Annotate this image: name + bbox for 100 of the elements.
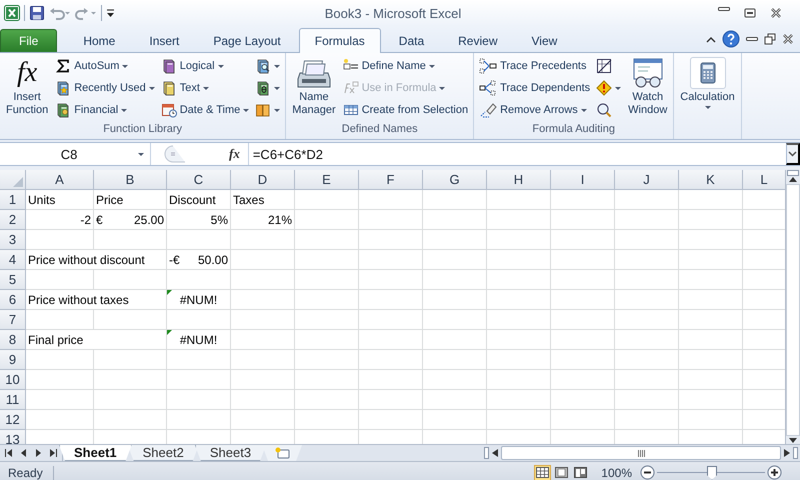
column-header[interactable]: G	[423, 170, 487, 190]
new-sheet-icon	[274, 447, 290, 459]
horizontal-scrollbar[interactable]	[482, 445, 800, 461]
view-button[interactable]	[534, 464, 552, 480]
ribbon-button[interactable]: Define Name	[340, 55, 470, 77]
ribbon-tab[interactable]: Formulas	[298, 28, 381, 53]
row-header[interactable]: 10	[0, 370, 26, 390]
column-header[interactable]: D	[231, 170, 295, 190]
ribbon-button[interactable]: Remove Arrows	[477, 99, 592, 121]
column-header[interactable]: C	[167, 170, 231, 190]
table-cell: #NUM!	[167, 330, 231, 350]
customize-toolbar-button[interactable]	[106, 8, 115, 18]
help-button[interactable]	[722, 30, 740, 48]
zoom-slider[interactable]	[657, 466, 765, 480]
ribbon-button[interactable]: AutoSum	[53, 55, 157, 77]
arrow-right-icon	[36, 449, 41, 457]
calendar-clock-icon	[160, 102, 177, 118]
row-header[interactable]: 1	[0, 190, 26, 210]
caret-icon	[106, 8, 115, 18]
empty-cell	[679, 330, 743, 350]
row-header[interactable]: 12	[0, 410, 26, 430]
ribbon-tab[interactable]: Review	[442, 29, 514, 52]
empty-cell	[679, 190, 743, 210]
ribbon-button[interactable]: Create from Selection	[340, 99, 470, 121]
last-sheet-button[interactable]	[50, 449, 58, 457]
insert-function-button[interactable]: fx	[221, 143, 248, 165]
ribbon-button[interactable]: Trace Precedents	[477, 55, 592, 77]
view-button[interactable]	[572, 464, 590, 480]
book-icon	[160, 58, 177, 74]
ribbon-tab[interactable]: File	[0, 29, 58, 52]
ribbon-tab[interactable]: Insert	[133, 29, 196, 52]
group-label: Function Library	[103, 123, 182, 135]
ribbon-button[interactable]: Date & Time	[158, 99, 252, 121]
ribbon-tab[interactable]: Home	[67, 29, 132, 52]
row-header[interactable]: 2	[0, 210, 26, 230]
ribbon-button[interactable]: Name Manager	[289, 55, 339, 123]
column-header[interactable]: I	[551, 170, 615, 190]
previous-sheet-button[interactable]	[21, 449, 26, 457]
ribbon-button[interactable]: fx Insert Function	[3, 55, 52, 123]
column-header[interactable]: E	[295, 170, 359, 190]
first-sheet-button[interactable]	[4, 449, 12, 457]
row-header[interactable]: 4	[0, 250, 26, 270]
save-button[interactable]	[29, 5, 45, 21]
expand-formula-button[interactable]	[786, 143, 800, 165]
minimize-button[interactable]	[746, 37, 758, 41]
column-header[interactable]: L	[743, 170, 785, 190]
ribbon-tab[interactable]: Page Layout	[197, 29, 297, 52]
empty-cell	[167, 310, 231, 330]
row-header[interactable]: 6	[0, 290, 26, 310]
row-header[interactable]: 13	[0, 430, 26, 444]
row-header[interactable]: 7	[0, 310, 26, 330]
collapse-ribbon-button[interactable]	[706, 35, 716, 43]
ribbon-button[interactable]: Text	[158, 77, 252, 99]
column-header[interactable]: B	[94, 170, 167, 190]
empty-cell	[295, 410, 359, 430]
row-header[interactable]: 5	[0, 270, 26, 290]
ribbon-button[interactable]: Watch Window	[625, 55, 670, 123]
sheet-tab[interactable]: Sheet3	[194, 445, 266, 461]
sheet-tab[interactable]: Sheet1	[59, 445, 132, 461]
empty-cell	[231, 370, 295, 390]
ribbon-tab[interactable]: Data	[382, 29, 440, 52]
empty-cell	[615, 410, 679, 430]
column-header[interactable]: K	[679, 170, 743, 190]
zoom-out-button[interactable]	[640, 465, 655, 480]
restore-button[interactable]	[744, 7, 756, 19]
ribbon-tab[interactable]: View	[516, 29, 574, 52]
column-header[interactable]: J	[615, 170, 679, 190]
empty-cell	[487, 350, 551, 370]
restore-button[interactable]	[764, 33, 776, 45]
view-button[interactable]	[553, 464, 570, 480]
ribbon-button[interactable]: Recently Used	[53, 77, 157, 99]
row-header[interactable]: 3	[0, 230, 26, 250]
empty-cell	[423, 290, 487, 310]
column-header[interactable]: F	[359, 170, 423, 190]
insert-sheet-button[interactable]	[262, 445, 302, 461]
slider-thumb[interactable]	[707, 466, 717, 480]
last-icon	[50, 449, 58, 457]
ribbon-button[interactable]: Calculation	[677, 55, 738, 123]
table-cell: Final price	[26, 330, 167, 350]
close-button[interactable]	[770, 7, 782, 19]
next-sheet-button[interactable]	[36, 449, 41, 457]
ribbon-button[interactable]: Logical	[158, 55, 252, 77]
vertical-scrollbar[interactable]	[785, 170, 800, 444]
zoom-in-button[interactable]	[767, 465, 782, 480]
warning-icon	[596, 80, 612, 96]
empty-cell	[551, 250, 615, 270]
row-header[interactable]: 11	[0, 390, 26, 410]
ribbon-button[interactable]: Trace Dependents	[477, 77, 592, 99]
column-header[interactable]: A	[26, 170, 94, 190]
book-icon	[255, 58, 272, 74]
column-header[interactable]: H	[487, 170, 551, 190]
zoom-level[interactable]: 100%	[591, 466, 640, 480]
close-button[interactable]	[782, 33, 794, 45]
sheet-tab[interactable]: Sheet2	[128, 445, 199, 461]
row-header[interactable]: 9	[0, 350, 26, 370]
empty-cell	[167, 270, 231, 290]
empty-cell	[231, 390, 295, 410]
ribbon-button[interactable]: Financial	[53, 99, 157, 121]
formula-icon	[342, 80, 359, 96]
row-header[interactable]: 8	[0, 330, 26, 350]
